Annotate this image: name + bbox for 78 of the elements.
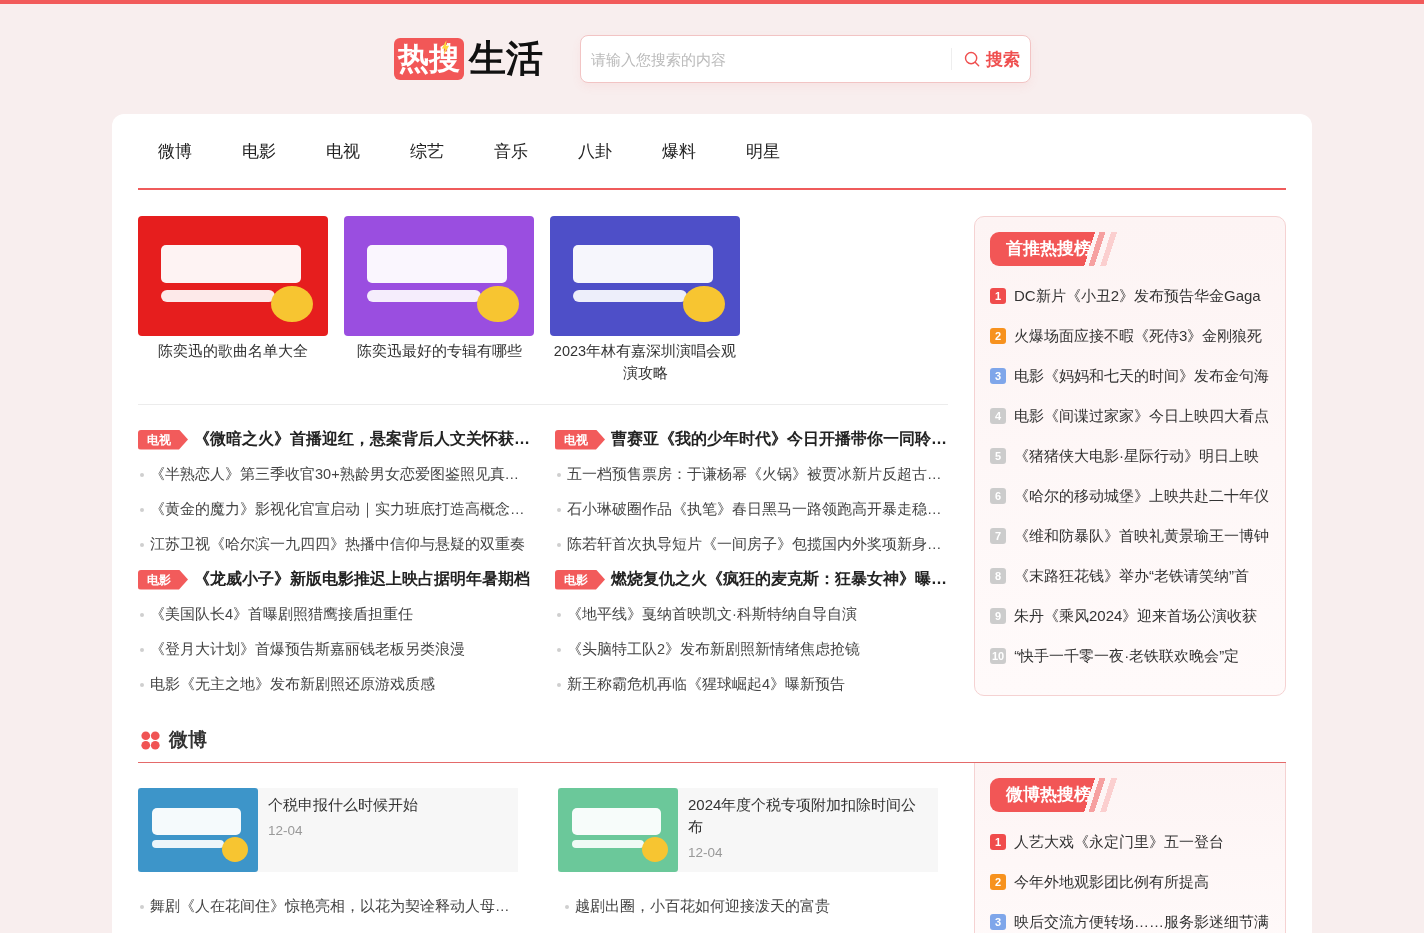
article-card[interactable]: 个税申报什么时候开始 12-04 (138, 788, 518, 872)
article-link[interactable]: 2023年林有嘉深圳演唱会观演攻略 (550, 340, 740, 384)
trending-link[interactable]: 《哈尔的移动城堡》上映共赴二十年仪 (1014, 487, 1269, 505)
bullet-icon (557, 472, 561, 477)
nav-tab[interactable]: 音乐 (474, 133, 548, 169)
nav-tab[interactable]: 明星 (726, 133, 800, 169)
rank-number: 3 (990, 914, 1006, 930)
news-link[interactable]: 新王称霸危机再临《猩球崛起4》曝新预告 (567, 675, 846, 694)
news-link[interactable]: 越剧出圈，小百花如何迎接泼天的富贵 (575, 897, 830, 916)
bullet-icon (557, 682, 561, 687)
bullet-icon (140, 612, 144, 617)
bullet-icon (140, 542, 144, 547)
nav-tab[interactable]: 电视 (306, 133, 380, 169)
nav-tab[interactable]: 电影 (222, 133, 296, 169)
nav-tab[interactable]: 爆料 (642, 133, 716, 169)
bullet-icon (140, 507, 144, 512)
news-link[interactable]: 陈若轩首次执导短片《一间房子》包揽国内外奖项新身… (567, 535, 942, 554)
trending-link[interactable]: 《猪猪侠大电影·星际行动》明日上映 (1014, 447, 1259, 465)
banner-drawing[interactable] (550, 216, 740, 336)
trending-link[interactable]: 人艺大戏《永定门里》五一登台 (1014, 833, 1224, 851)
search-icon (963, 51, 980, 67)
news-link[interactable]: 《美国队长4》首曝剧照猎鹰接盾担重任 (150, 605, 414, 624)
news-link[interactable]: 江苏卫视《哈尔滨一九四四》热播中信仰与悬疑的双重奏 (150, 535, 525, 554)
section-title: 微博 (169, 728, 207, 752)
four-circles-icon (141, 730, 160, 750)
news-link[interactable]: 电影《无主之地》发布新剧照还原游戏质感 (150, 675, 435, 694)
headline-link[interactable]: 曹赛亚《我的少年时代》今日开播带你一同聆… (611, 429, 947, 450)
trending-link[interactable]: 今年外地观影团比例有所提高 (1014, 873, 1209, 891)
article-link[interactable]: 陈奕迅的歌曲名单大全 (158, 340, 308, 362)
news-link[interactable]: 《半熟恋人》第三季收官30+熟龄男女恋爱图鉴照见真… (150, 465, 520, 484)
bullet-icon (557, 507, 561, 512)
trending-link[interactable]: 《末路狂花钱》举办“老铁请笑纳”首 (1014, 567, 1249, 585)
rank-number: 1 (990, 288, 1006, 304)
news-link[interactable]: 五一档预售票房：于谦杨幂《火锅》被贾冰新片反超古… (567, 465, 942, 484)
search-bar[interactable]: 请输入您搜索的内容 搜索 (579, 35, 1031, 83)
headline-link[interactable]: 燃烧复仇之火《疯狂的麦克斯：狂暴女神》曝… (611, 569, 947, 590)
bullet-icon (140, 647, 144, 652)
bullet-icon (140, 682, 144, 687)
article-date: 12-04 (268, 822, 304, 840)
article-link[interactable]: 陈奕迅最好的专辑有哪些 (356, 340, 522, 362)
article-title: 个税申报什么时候开始 (268, 795, 418, 815)
banner-drawing[interactable] (138, 216, 328, 336)
trending-link[interactable]: 电影《妈妈和七天的时间》发布金句海 (1014, 367, 1269, 385)
trending-link[interactable]: 火爆场面应接不暇《死侍3》金刚狼死 (1014, 327, 1263, 345)
bullet-icon (557, 542, 561, 547)
rank-number: 2 (990, 874, 1006, 890)
news-link[interactable]: 舞剧《人在花间住》惊艳亮相，以花为契诠释动人母… (150, 897, 510, 916)
bullet-icon (557, 647, 561, 652)
bullet-icon (557, 612, 561, 617)
rank-number: 1 (990, 834, 1006, 850)
news-link[interactable]: 《头脑特工队2》发布新剧照新情绪焦虑抢镜 (567, 640, 861, 659)
trending-link[interactable]: 映后交流方便转场……服务影迷细节满 (1014, 913, 1269, 931)
headline-link[interactable]: 《微暗之火》首播迎红，悬案背后人文关怀获… (194, 429, 530, 450)
trending-link[interactable]: 朱丹《乘风2024》迎来首场公演收获 (1014, 607, 1258, 625)
article-card[interactable]: 2024年度个税专项附加扣除时间公布 12-04 (558, 788, 938, 872)
bullet-icon (140, 904, 144, 909)
article-date: 12-04 (688, 844, 724, 862)
banner-drawing[interactable] (344, 216, 534, 336)
nav-tab[interactable]: 八卦 (558, 133, 632, 169)
search-field[interactable]: 请输入您搜索的内容 (580, 36, 951, 82)
bullet-icon (565, 904, 569, 909)
search-button[interactable]: 搜索 (951, 41, 1030, 77)
article-title: 2024年度个税专项附加扣除时间公布 (688, 795, 918, 837)
news-link[interactable]: 《地平线》戛纳首映凯文·科斯特纳自导自演 (567, 605, 857, 624)
trending-link[interactable]: DC新片《小丑2》发布预告华金Gaga (1014, 287, 1261, 305)
trending-link[interactable]: 《维和防暴队》首映礼黄景瑜王一博钟 (1014, 527, 1269, 545)
news-link[interactable]: 《黄金的魔力》影视化官宣启动｜实力班底打造高概念… (150, 500, 525, 519)
rank-number: 3 (990, 368, 1006, 384)
nav-tab[interactable]: 综艺 (390, 133, 464, 169)
trending-link[interactable]: “快手一千零一夜·老铁联欢晚会”定 (1014, 647, 1240, 665)
nav-tab[interactable]: 微博 (138, 133, 212, 169)
bullet-icon (140, 472, 144, 477)
trending-link[interactable]: 电影《间谍过家家》今日上映四大看点 (1014, 407, 1269, 425)
news-link[interactable]: 《登月大计划》首爆预告斯嘉丽钱老板另类浪漫 (150, 640, 465, 659)
headline-link[interactable]: 《龙威小子》新版电影推迟上映占据明年暑期档 (194, 569, 530, 590)
rank-number: 2 (990, 328, 1006, 344)
news-link[interactable]: 石小琳破圈作品《执笔》春日黑马一路领跑高开暴走稳… (567, 500, 942, 519)
logo-text[interactable]: 生活 (468, 37, 543, 81)
